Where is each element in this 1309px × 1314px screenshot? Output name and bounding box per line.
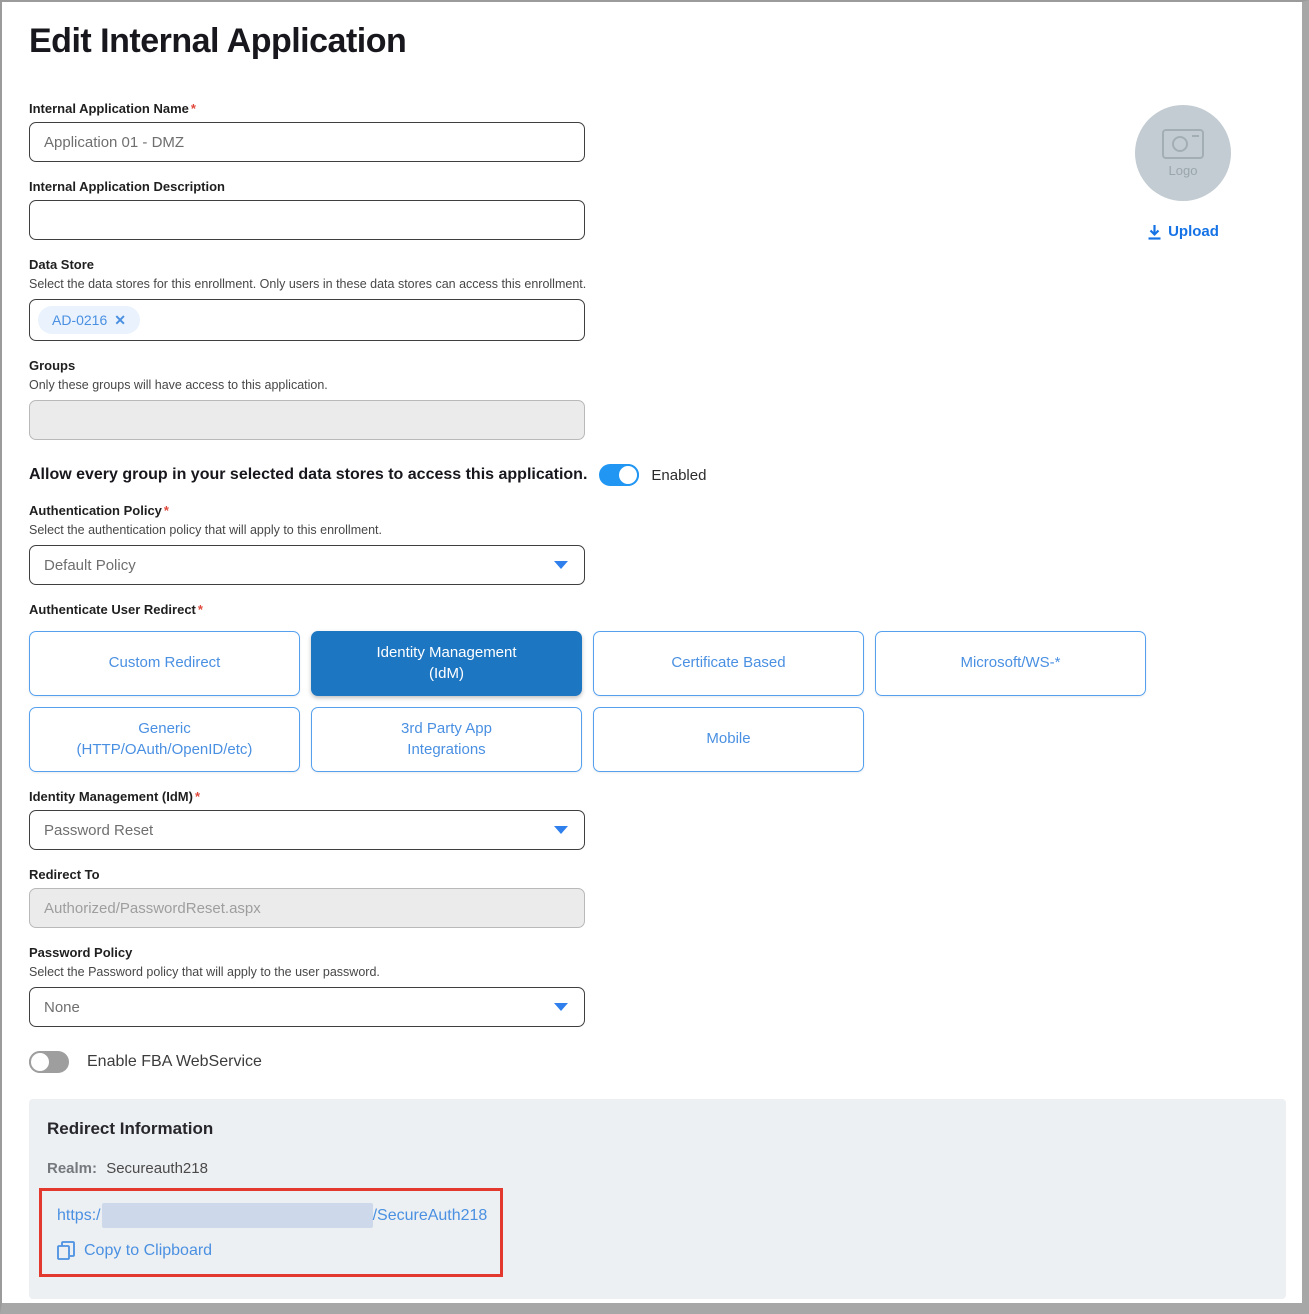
- data-store-chip-label: AD-0216: [52, 312, 107, 328]
- redirect-url-link[interactable]: https:/ /SecureAuth218: [57, 1203, 487, 1228]
- app-name-label: Internal Application Name*: [29, 101, 1289, 116]
- auth-policy-value: Default Policy: [44, 557, 136, 574]
- redirect-information-panel: Redirect Information Realm: Secureauth21…: [29, 1099, 1286, 1299]
- chevron-down-icon: [554, 1003, 568, 1011]
- toggle-knob: [29, 1051, 51, 1073]
- auth-redirect-label: Authenticate User Redirect*: [29, 602, 1289, 617]
- redirect-option-custom-redirect[interactable]: Custom Redirect: [29, 631, 300, 696]
- allow-groups-label: Allow every group in your selected data …: [29, 466, 587, 484]
- redirect-option-microsoft-ws[interactable]: Microsoft/WS-*: [875, 631, 1146, 696]
- logo-placeholder-label: Logo: [1169, 163, 1198, 178]
- data-store-help: Select the data stores for this enrollme…: [29, 277, 1289, 291]
- auth-policy-help: Select the authentication policy that wi…: [29, 523, 1289, 537]
- chevron-down-icon: [554, 561, 568, 569]
- app-name-input[interactable]: [29, 122, 585, 162]
- redirect-option-certificate-based[interactable]: Certificate Based: [593, 631, 864, 696]
- redirect-url-prefix: https:/: [57, 1207, 101, 1225]
- required-asterisk: *: [164, 503, 169, 518]
- download-arrow-icon: [1147, 224, 1162, 240]
- app-description-input[interactable]: [29, 200, 585, 240]
- toggle-knob: [617, 464, 639, 486]
- chip-remove-icon[interactable]: ✕: [114, 313, 126, 327]
- redirect-option-identity-management[interactable]: Identity Management (IdM): [311, 631, 582, 696]
- password-policy-value: None: [44, 999, 80, 1016]
- chevron-down-icon: [554, 826, 568, 834]
- redacted-url-segment: [102, 1203, 373, 1228]
- redirect-option-generic[interactable]: Generic (HTTP/OAuth/OpenID/etc): [29, 707, 300, 772]
- redirect-option-3rd-party-app[interactable]: 3rd Party App Integrations: [311, 707, 582, 772]
- logo-placeholder[interactable]: Logo: [1135, 105, 1231, 201]
- idm-label: Identity Management (IdM)*: [29, 789, 1289, 804]
- allow-groups-state: Enabled: [651, 467, 706, 484]
- data-store-input[interactable]: AD-0216 ✕: [29, 299, 585, 341]
- copy-to-clipboard-button[interactable]: Copy to Clipboard: [57, 1241, 487, 1261]
- annotation-red-box: https:/ /SecureAuth218 Copy to Clipboard: [39, 1188, 503, 1277]
- fba-webservice-label: Enable FBA WebService: [87, 1053, 262, 1071]
- data-store-chip: AD-0216 ✕: [38, 306, 140, 334]
- redirect-url-suffix: /SecureAuth218: [373, 1207, 488, 1225]
- auth-policy-label: Authentication Policy*: [29, 503, 1289, 518]
- required-asterisk: *: [191, 101, 196, 116]
- copy-icon: [57, 1241, 75, 1261]
- camera-icon: [1162, 129, 1204, 159]
- redirect-to-input: [29, 888, 585, 928]
- idm-value: Password Reset: [44, 822, 153, 839]
- password-policy-help: Select the Password policy that will app…: [29, 965, 1289, 979]
- copy-to-clipboard-label: Copy to Clipboard: [84, 1242, 212, 1260]
- groups-input: [29, 400, 585, 440]
- page-title: Edit Internal Application: [29, 22, 1289, 61]
- auth-redirect-options: Custom Redirect Identity Management (IdM…: [29, 631, 1149, 772]
- data-store-label: Data Store: [29, 257, 1289, 272]
- realm-value: Secureauth218: [106, 1160, 208, 1177]
- groups-label: Groups: [29, 358, 1289, 373]
- redirect-information-title: Redirect Information: [47, 1119, 1268, 1139]
- auth-policy-select[interactable]: Default Policy: [29, 545, 585, 585]
- app-description-label: Internal Application Description: [29, 179, 1289, 194]
- idm-select[interactable]: Password Reset: [29, 810, 585, 850]
- required-asterisk: *: [198, 602, 203, 617]
- redirect-to-label: Redirect To: [29, 867, 1289, 882]
- logo-upload-area: Logo Upload: [1123, 105, 1243, 245]
- upload-label: Upload: [1168, 223, 1219, 240]
- allow-groups-toggle[interactable]: [599, 464, 639, 486]
- redirect-option-mobile[interactable]: Mobile: [593, 707, 864, 772]
- groups-help: Only these groups will have access to th…: [29, 378, 1289, 392]
- required-asterisk: *: [195, 789, 200, 804]
- app-window: Edit Internal Application Internal Appli…: [0, 0, 1309, 1314]
- fba-webservice-toggle[interactable]: [29, 1051, 69, 1073]
- upload-logo-button[interactable]: Upload: [1147, 223, 1219, 240]
- password-policy-select[interactable]: None: [29, 987, 585, 1027]
- password-policy-label: Password Policy: [29, 945, 1289, 960]
- realm-label: Realm:: [47, 1160, 97, 1177]
